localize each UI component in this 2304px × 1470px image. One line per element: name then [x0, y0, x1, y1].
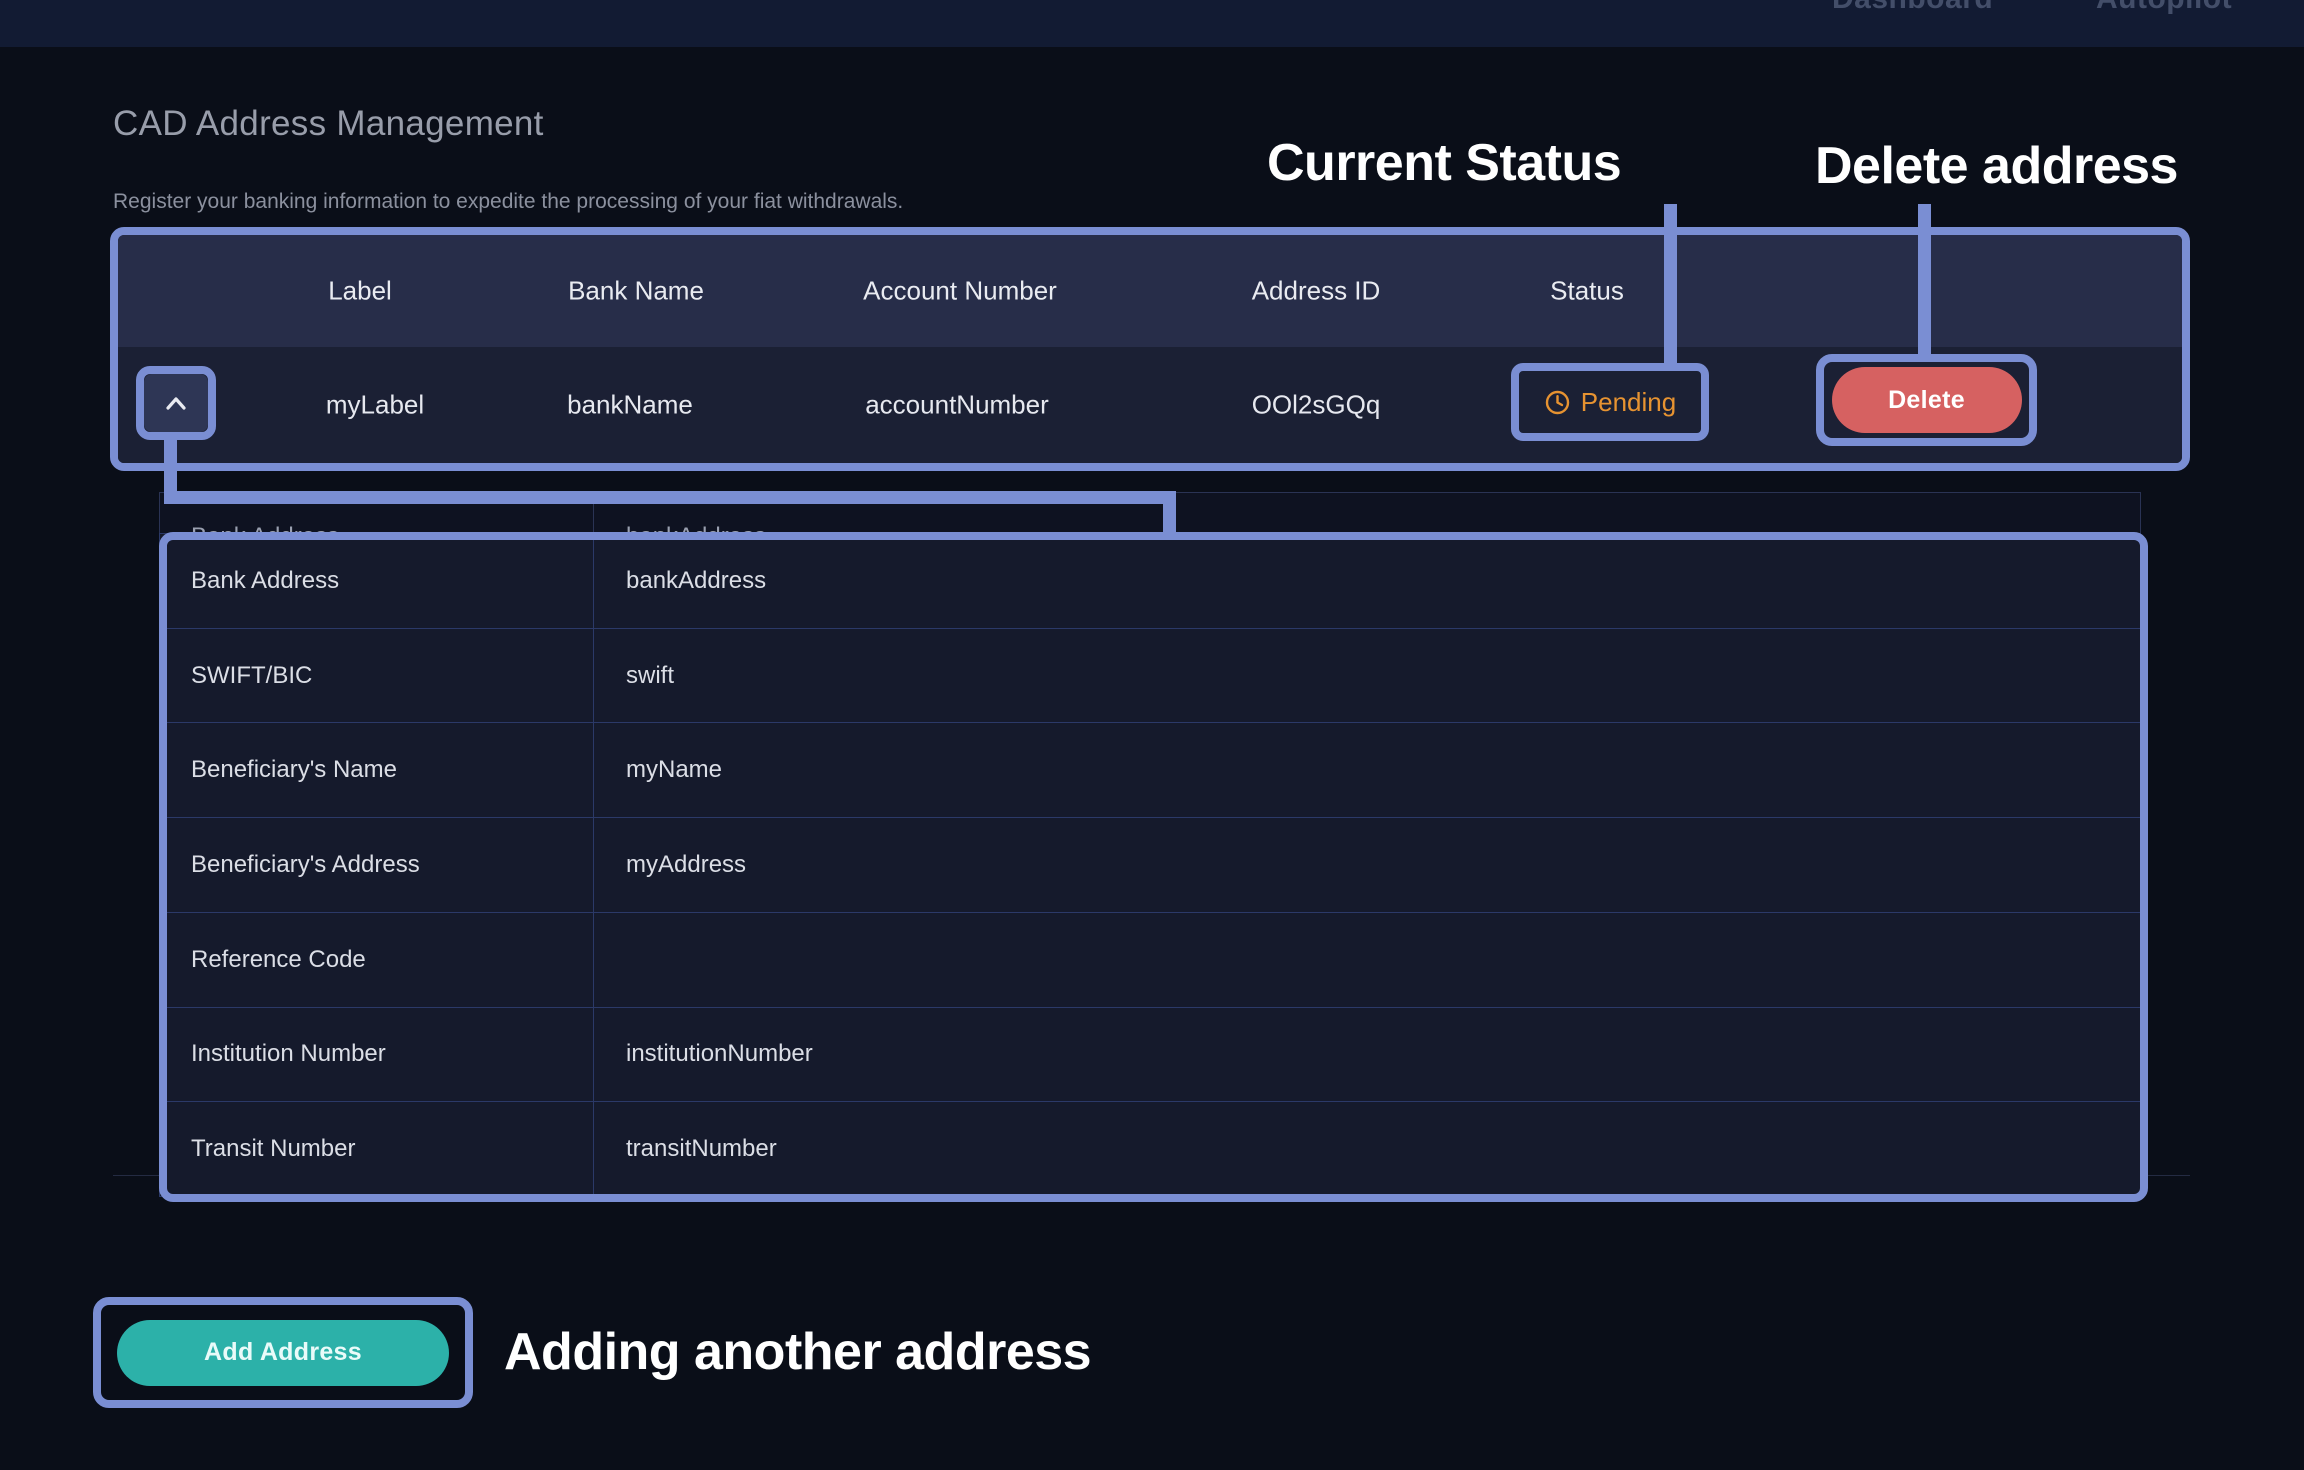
details-value: swift	[626, 662, 674, 690]
details-row-swift-bic: SWIFT/BIC swift	[160, 629, 2140, 724]
row-address-id-value: OOl2sGQq	[1252, 390, 1381, 421]
column-header-status: Status	[1550, 276, 1624, 307]
column-header-label: Label	[328, 276, 392, 307]
details-label: Beneficiary's Name	[191, 756, 397, 784]
add-address-button[interactable]: Add Address	[117, 1320, 449, 1386]
details-value: transitNumber	[626, 1135, 777, 1163]
details-row-reference-code: Reference Code	[160, 913, 2140, 1008]
details-row-transit-number: Transit Number transitNumber	[160, 1102, 2140, 1196]
details-value: bankAddress	[626, 567, 766, 595]
address-table-header-row: Label Bank Name Account Number Address I…	[118, 235, 2182, 347]
row-account-number-value: accountNumber	[865, 390, 1049, 421]
details-label: Beneficiary's Address	[191, 851, 420, 879]
details-table: Bank Address bankAddress SWIFT/BIC swift…	[159, 533, 2141, 1197]
page-title: CAD Address Management	[113, 104, 544, 144]
status-annotation-box: Pending	[1511, 363, 1709, 441]
column-header-bank-name: Bank Name	[568, 276, 704, 307]
peek-value: bankAddress	[626, 523, 766, 533]
details-label: Bank Address	[191, 567, 339, 595]
nav-item-autopilot[interactable]: Autopilot	[2096, 0, 2232, 16]
details-label: Transit Number	[191, 1135, 355, 1163]
status-badge: Pending	[1581, 387, 1676, 418]
callout-line-delete-address	[1918, 204, 1931, 360]
row-label-value: myLabel	[326, 390, 424, 421]
address-table-annotation-box: Label Bank Name Account Number Address I…	[110, 227, 2190, 471]
details-label: Institution Number	[191, 1040, 386, 1068]
details-row-bank-address: Bank Address bankAddress	[160, 534, 2140, 629]
details-value: institutionNumber	[626, 1040, 813, 1068]
callout-connector-horizontal	[164, 491, 1176, 504]
delete-button[interactable]: Delete	[1832, 367, 2022, 433]
row-bank-name-value: bankName	[567, 390, 693, 421]
collapse-row-button[interactable]	[144, 374, 208, 432]
details-row-beneficiary-address: Beneficiary's Address myAddress	[160, 818, 2140, 913]
details-value: myName	[626, 756, 722, 784]
add-address-annotation-box: Add Address	[93, 1297, 473, 1408]
callout-connector-elbow	[1163, 491, 1176, 539]
details-label: SWIFT/BIC	[191, 662, 312, 690]
collapse-row-annotation-box	[136, 366, 216, 440]
cad-address-management-screen: Dashboard Autopilot CAD Address Manageme…	[0, 0, 2304, 1470]
nav-item-dashboard[interactable]: Dashboard	[1832, 0, 1993, 16]
delete-annotation-box: Delete	[1816, 354, 2037, 446]
details-label: Reference Code	[191, 946, 366, 974]
annotation-delete-address: Delete address	[1815, 136, 2178, 196]
peek-label: Bank Address	[191, 523, 339, 533]
top-navbar: Dashboard Autopilot	[0, 0, 2304, 47]
details-row-institution-number: Institution Number institutionNumber	[160, 1008, 2140, 1103]
clock-icon	[1544, 389, 1571, 416]
annotation-adding-another-address: Adding another address	[504, 1322, 1091, 1382]
address-table-row: myLabel bankName accountNumber OOl2sGQq …	[118, 347, 2182, 463]
annotation-current-status: Current Status	[1267, 133, 1621, 193]
chevron-up-icon	[161, 392, 191, 414]
column-header-address-id: Address ID	[1252, 276, 1381, 307]
column-header-account-number: Account Number	[863, 276, 1057, 307]
callout-line-current-status	[1664, 204, 1677, 369]
page-subtitle: Register your banking information to exp…	[113, 190, 903, 214]
details-value: myAddress	[626, 851, 746, 879]
details-row-beneficiary-name: Beneficiary's Name myName	[160, 723, 2140, 818]
